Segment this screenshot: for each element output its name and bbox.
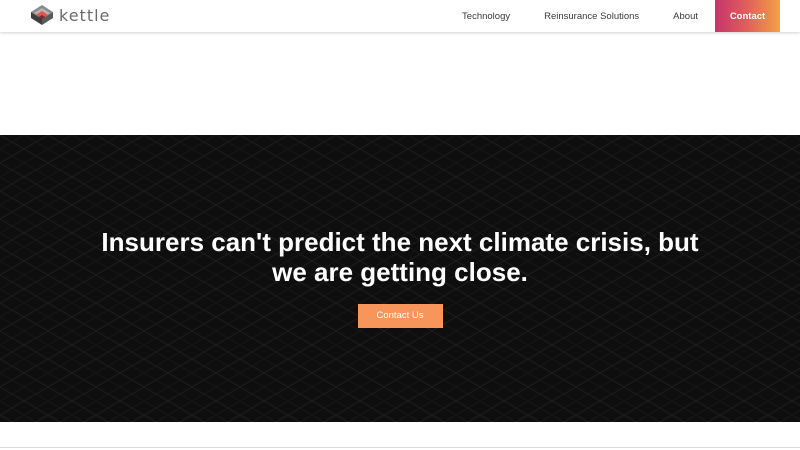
hero-headline-line1: Insurers can't predict the next climate … (101, 227, 699, 257)
hero-headline-line2: we are getting close. (272, 257, 528, 287)
nav-about[interactable]: About (656, 0, 715, 32)
hero-section: Insurers can't predict the next climate … (0, 135, 800, 422)
hero-content: Insurers can't predict the next climate … (0, 227, 800, 328)
nav-technology[interactable]: Technology (445, 0, 527, 32)
layered-cube-icon (31, 5, 53, 25)
nav-contact-button[interactable]: Contact (715, 0, 780, 32)
section-divider (0, 447, 800, 448)
contact-us-button[interactable]: Contact Us (357, 304, 443, 328)
home-logo-link[interactable]: kettle (30, 4, 110, 26)
top-navbar: kettle Technology Reinsurance Solutions … (0, 0, 800, 32)
hero-headline: Insurers can't predict the next climate … (80, 227, 720, 287)
nav-reinsurance-solutions[interactable]: Reinsurance Solutions (527, 0, 656, 32)
brand-name: kettle (59, 5, 111, 25)
main-nav: Technology Reinsurance Solutions About C… (445, 0, 780, 32)
